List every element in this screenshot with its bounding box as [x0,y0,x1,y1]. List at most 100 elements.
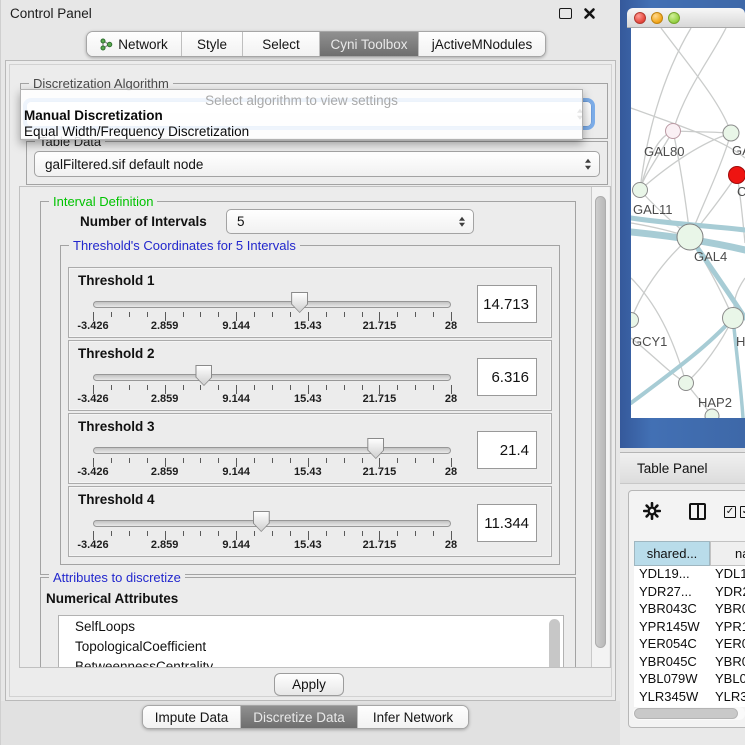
algorithm-hint: Select algorithm to view settings [21,93,582,108]
threshold-label: Threshold 4 [78,492,155,507]
tick-mark [111,458,112,463]
gear-icon[interactable] [643,502,661,520]
slider-track[interactable] [93,447,451,454]
tick-label: 9.144 [222,320,250,332]
float-window-icon[interactable] [559,8,572,19]
node-hap2[interactable] [679,376,694,391]
tick-mark [254,385,255,390]
slider-track[interactable] [93,301,451,308]
threshold-value-field[interactable]: 14.713 [477,285,537,323]
threshold-value-field[interactable]: 6.316 [477,358,537,396]
tick-mark [433,385,434,390]
tick-label: 15.43 [294,539,322,551]
tab-discretize-data[interactable]: Discretize Data [241,706,358,728]
numerical-attributes-list[interactable]: SelfLoops TopologicalCoefficient Betweenne… [58,615,564,667]
table-row[interactable]: YBR043CYBR0 [634,601,745,619]
close-traffic-light[interactable] [634,12,646,24]
cell-name: YER0 [715,636,745,651]
apply-button[interactable]: Apply [274,673,344,696]
table-data-combobox[interactable]: galFiltered.sif default node [34,151,600,177]
threshold-value-field[interactable]: 11.344 [477,504,537,542]
table-row[interactable]: YDL19...YDL1 [634,566,745,584]
zoom-traffic-light[interactable] [668,12,680,24]
network-window-titlebar[interactable] [627,8,745,28]
checkbox-icon[interactable]: ✓ [724,506,736,518]
node-gal11[interactable] [633,183,648,198]
tab-network[interactable]: Network [87,32,182,56]
tick-mark [254,531,255,536]
tab-impute-data[interactable]: Impute Data [143,706,241,728]
tick-mark [290,531,291,536]
node-top-right[interactable] [723,125,739,141]
combo-arrows-icon [585,159,591,170]
threshold-value-field[interactable]: 21.4 [477,431,537,469]
network-edge [640,131,673,190]
tick-mark [362,385,363,390]
tick-mark [290,312,291,317]
table-row[interactable]: YER054CYER0 [634,636,745,654]
column-header-name[interactable]: na [710,541,745,566]
table-row[interactable]: YPR145WYPR1 [634,619,745,637]
node-h[interactable] [723,308,744,329]
tick-mark [397,385,398,390]
column-header-shared-name[interactable]: shared... [634,541,710,566]
tab-infer-network[interactable]: Infer Network [358,706,468,728]
tab-select[interactable]: Select [243,32,320,56]
slider-thumb[interactable] [195,365,212,386]
tick-mark [147,531,148,536]
tick-mark [397,531,398,536]
threshold-panel-3: Threshold 3-3.4262.8599.14415.4321.71528… [68,413,552,484]
number-of-intervals-combobox[interactable]: 5 [226,209,474,234]
algorithm-option-manual-discretization[interactable]: Manual Discretization [24,108,163,123]
table-row[interactable]: YLR345WYLR3 [634,689,745,707]
attributes-list-scrollbar[interactable] [549,619,560,667]
tick-mark [415,312,416,317]
node-gal80[interactable] [666,124,681,139]
cell-shared-name: YBL079W [639,671,711,686]
tick-label: 21.715 [363,320,397,332]
slider-thumb[interactable] [291,292,308,313]
table-row[interactable]: YDR27...YDR2 [634,584,745,602]
node-label-ga: GA [732,143,745,158]
close-icon[interactable] [583,7,596,20]
content-inner-frame: Discretization Algorithm Select algorith… [9,64,612,697]
attribute-item-betweennesscentrality[interactable]: BetweennessCentrality [75,659,213,667]
scrollbar-thumb[interactable] [595,196,606,648]
tab-cyni-toolbox[interactable]: Cyni Toolbox [320,32,419,56]
node-red[interactable] [729,167,745,184]
node-gal4[interactable] [677,224,703,250]
attribute-item-selfloops[interactable]: SelfLoops [75,619,135,634]
slider-thumb[interactable] [367,438,384,459]
settings-vertical-scrollbar[interactable] [591,187,609,667]
column-layout-icon[interactable] [689,503,706,520]
cyni-toolbox-content: Discretization Algorithm Select algorith… [5,60,616,701]
tab-jactivemnodules[interactable]: jActiveMNodules [419,32,545,56]
network-canvas[interactable]: GAL80GACGAL11GAL4GCY1HHAP2 [631,28,745,418]
tick-label: 15.43 [294,320,322,332]
tab-style[interactable]: Style [182,32,243,56]
slider-thumb-face [368,439,383,458]
app-root: Control Panel Network Style SelectCyni Too… [0,0,745,745]
scrollbar-thumb[interactable] [634,708,738,719]
table-row[interactable]: YBL079WYBL0 [634,671,745,689]
node-bottom[interactable] [705,409,719,418]
tick-mark [272,458,273,463]
minimize-traffic-light[interactable] [651,12,663,24]
table-row[interactable]: YBR045CYBR0 [634,654,745,672]
attribute-item-topologicalcoefficient[interactable]: TopologicalCoefficient [75,639,206,654]
number-of-intervals-value: 5 [237,214,245,229]
node-gcy1[interactable] [631,313,639,328]
slider-track[interactable] [93,374,451,381]
panel-title: Control Panel [10,6,92,21]
tick-mark [272,312,273,317]
tick-mark [415,385,416,390]
checkbox-icon[interactable]: ✓ [740,506,745,518]
tab-label: Style [197,37,227,52]
table-rows: YDL19...YDL1YDR27...YDR2YBR043CYBR0YPR14… [634,566,745,707]
tick-label: 9.144 [222,393,250,405]
slider-track[interactable] [93,520,451,527]
algorithm-option-equal-width-frequency-discretization[interactable]: Equal Width/Frequency Discretization [24,124,249,139]
table-horizontal-scrollbar[interactable] [633,707,745,720]
bottom-tab-bar: Impute DataDiscretize DataInfer Network [142,705,469,729]
slider-thumb[interactable] [253,511,270,532]
